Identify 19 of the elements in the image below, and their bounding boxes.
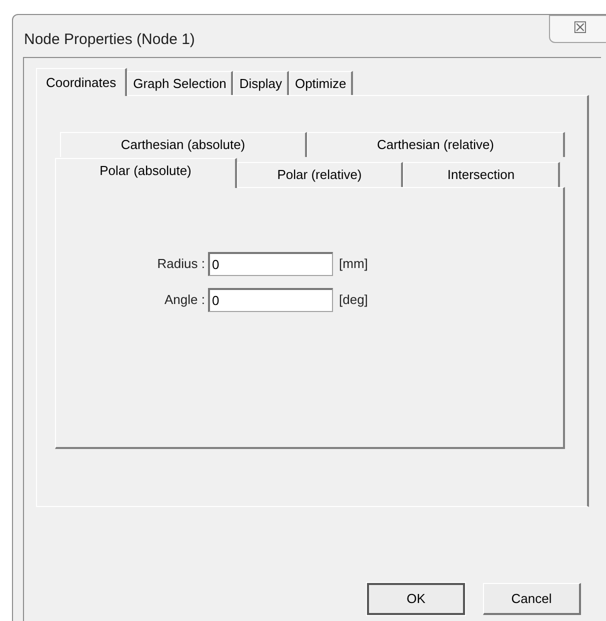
tab[interactable]: Polar (absolute) (55, 158, 237, 188)
tab[interactable]: Optimize (288, 71, 354, 95)
tab[interactable]: Carthesian (absolute) (60, 132, 307, 157)
tab[interactable]: Carthesian (relative) (307, 132, 565, 157)
ok-button[interactable]: OK (367, 583, 465, 615)
close-button[interactable]: ☒ (549, 15, 606, 43)
unit-label: [mm] (339, 255, 368, 274)
cancel-button[interactable]: Cancel (483, 583, 581, 615)
input-field[interactable]: 0 (208, 252, 333, 276)
window-title: Node Properties (Node 1) (24, 30, 195, 50)
tab[interactable]: Intersection (403, 162, 560, 187)
tab[interactable]: Graph Selection (127, 71, 234, 95)
tab[interactable]: Polar (relative) (237, 162, 403, 187)
input-field[interactable]: 0 (208, 288, 333, 312)
field-label: Radius : (156, 255, 206, 274)
unit-label: [deg] (339, 291, 368, 310)
tab[interactable]: Coordinates (36, 68, 128, 96)
field-label: Angle : (164, 291, 206, 310)
tab[interactable]: Display (233, 71, 289, 95)
